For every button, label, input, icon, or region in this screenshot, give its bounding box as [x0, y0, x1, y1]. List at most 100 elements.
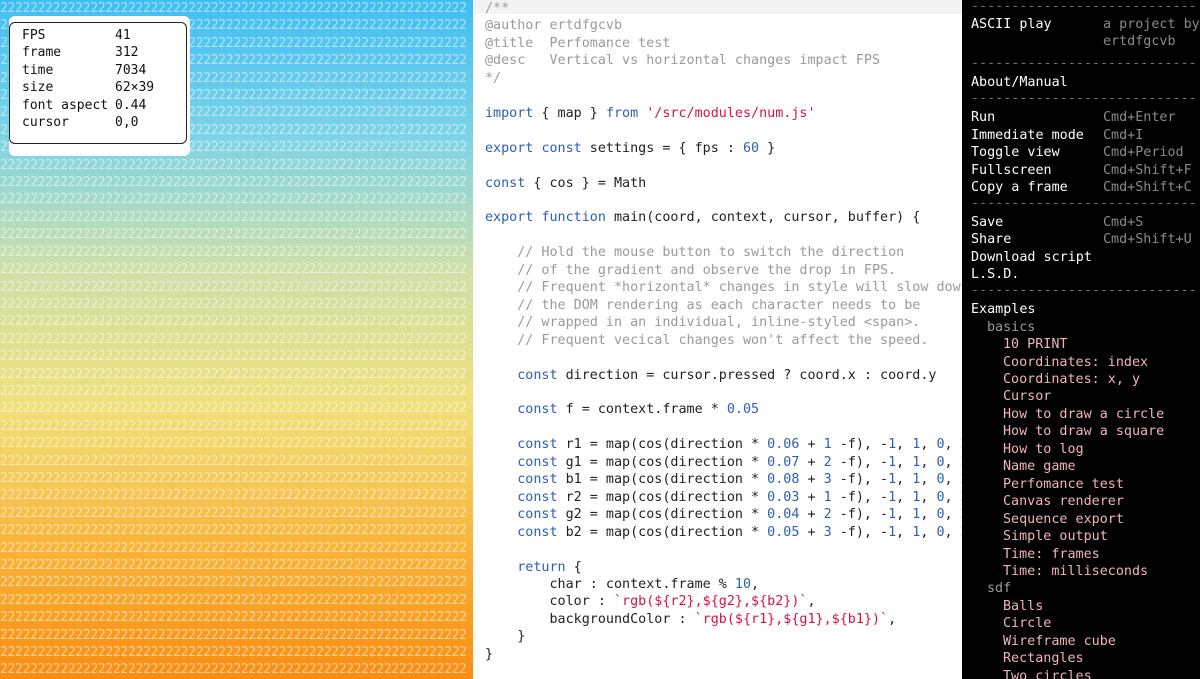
code-line: const g2 = map(cos(direction * 0.04 + 2 …: [485, 507, 962, 522]
stats-panel: FPS 41 frame 312 time 7034 size 62×39 font aspec…: [9, 16, 190, 156]
example-link[interactable]: Two circles: [1003, 668, 1092, 679]
code-token: +: [799, 454, 824, 470]
code-text[interactable]: /** @author ertdfgcvb @title Perfomance …: [485, 0, 962, 663]
menu-command[interactable]: Fullscreen: [971, 162, 1052, 179]
code-token: 1: [888, 489, 897, 505]
examples-heading: Examples: [971, 302, 1036, 318]
code-token: `rgb(${r1},${g1},${b1})`: [694, 611, 889, 627]
example-link[interactable]: Name game: [1003, 458, 1076, 475]
code-token: 0.05: [726, 402, 760, 418]
code-token: ,: [896, 507, 913, 523]
code-token: ,: [896, 489, 913, 505]
menu-command[interactable]: Immediate mode: [971, 127, 1084, 144]
code-token: 0: [936, 489, 945, 505]
code-token: -f), -: [831, 524, 889, 540]
code-token: const: [517, 472, 558, 488]
code-line: const b2 = map(cos(direction * 0.05 + 3 …: [485, 525, 962, 540]
code-token: g1 = map(cos(direction *: [557, 454, 768, 470]
code-token: ,: [896, 472, 913, 488]
code-token: 0.04: [767, 507, 800, 523]
code-token: r1 = map(cos(direction *: [557, 437, 768, 453]
stats-key: cursor: [22, 115, 69, 131]
example-link[interactable]: Circle: [1003, 615, 1051, 632]
code-token: const: [485, 175, 526, 191]
example-link[interactable]: Cursor: [1003, 388, 1051, 405]
menu-divider: ----------------------------------------: [971, 282, 1196, 298]
code-token: 0: [936, 472, 945, 488]
code-token: ,: [944, 507, 961, 523]
example-link[interactable]: Balls: [1003, 598, 1043, 615]
code-token: }: [759, 140, 776, 156]
example-link[interactable]: Time: frames: [1003, 546, 1100, 563]
code-token: 60: [743, 140, 760, 156]
code-token: +: [799, 437, 824, 453]
code-token: // wrapped in an individual, inline-styl…: [517, 315, 921, 331]
code-token: 0.08: [767, 472, 800, 488]
code-token: // Frequent *horizontal* changes in styl…: [517, 280, 962, 296]
menu-command[interactable]: Download script: [971, 249, 1092, 266]
code-token: 1: [888, 437, 897, 453]
example-link[interactable]: How to draw a circle: [1003, 406, 1164, 423]
code-token: b1 = map(cos(direction *: [557, 472, 768, 488]
menu-divider: ----------------------------------------: [971, 90, 1196, 106]
code-line: // of the gradient and observe the drop …: [485, 263, 896, 278]
stats-box: FPS 41 frame 312 time 7034 size 62×39 font aspec…: [9, 22, 187, 144]
example-link[interactable]: Rectangles: [1003, 650, 1084, 667]
menu-command[interactable]: Run: [971, 109, 995, 126]
code-token: // of the gradient and observe the drop …: [517, 262, 897, 278]
stats-row: cursor 0,0: [22, 114, 154, 131]
menu-command[interactable]: Toggle view: [971, 144, 1060, 161]
stats-value: 41: [115, 28, 131, 43]
example-link[interactable]: Coordinates: x, y: [1003, 371, 1140, 388]
example-link[interactable]: Time: milliseconds: [1003, 563, 1148, 580]
code-token: 2: [823, 507, 832, 523]
shortcut-label: Cmd+Period: [1103, 145, 1184, 161]
example-link[interactable]: Canvas renderer: [1003, 493, 1124, 510]
code-line: export const settings = { fps : 60 }: [485, 141, 775, 156]
code-editor[interactable]: /** @author ertdfgcvb @title Perfomance …: [473, 0, 962, 679]
code-token: 1: [888, 472, 897, 488]
example-link[interactable]: 10 PRINT: [1003, 336, 1068, 353]
stats-key: time: [22, 62, 54, 78]
code-token: f = context.frame *: [557, 402, 727, 418]
example-link[interactable]: Simple output: [1003, 528, 1108, 545]
shortcut-label: Cmd+Shift+U: [1103, 232, 1192, 248]
code-token: +: [799, 489, 824, 505]
example-link[interactable]: Coordinates: index: [1003, 354, 1148, 371]
code-line: @author ertdfgcvb: [485, 18, 622, 33]
code-token: }: [485, 646, 494, 662]
code-line: const r2 = map(cos(direction * 0.03 + 1 …: [485, 490, 962, 505]
stats-row: font aspect 0.44: [22, 97, 154, 114]
example-link[interactable]: Wireframe cube: [1003, 633, 1116, 650]
code-token: export: [485, 140, 534, 156]
menu-command[interactable]: Save: [971, 214, 1003, 231]
code-line: @desc Vertical vs horizontal changes imp…: [485, 53, 880, 68]
code-token: const: [517, 454, 558, 470]
code-token: @author ertdfgcvb: [485, 18, 623, 34]
code-token: 10: [734, 576, 752, 592]
code-token: @title Perfomance test: [485, 35, 671, 51]
code-line: color : `rgb(${r2},${g2},${b2})`,: [485, 594, 815, 610]
example-link[interactable]: Perfomance test: [1003, 476, 1124, 493]
code-line: // Hold the mouse button to switch the d…: [485, 245, 904, 260]
example-link[interactable]: How to draw a square: [1003, 423, 1164, 440]
code-token: ,: [920, 472, 937, 488]
code-token: +: [799, 524, 824, 540]
shortcut-label: a project by: [1103, 17, 1200, 32]
stats-value: 0.44: [115, 97, 147, 113]
code-token: import: [485, 105, 534, 121]
code-token: const: [517, 524, 558, 540]
code-token: '/src/modules/num.js': [646, 105, 816, 121]
menu-command[interactable]: Share: [971, 231, 1011, 248]
stats-row: FPS 41: [22, 27, 154, 44]
code-token: color :: [485, 594, 614, 610]
code-token: // Hold the mouse button to switch the d…: [517, 245, 905, 261]
example-link[interactable]: Sequence export: [1003, 511, 1124, 528]
stats-row: time 7034: [22, 62, 154, 79]
example-link[interactable]: How to log: [1003, 441, 1084, 458]
shortcut-label: ertdfgcvb: [1103, 34, 1176, 50]
code-line: // the DOM rendering as each character n…: [485, 298, 920, 313]
code-token: /**: [485, 1, 510, 16]
code-token: char : context.frame %: [485, 576, 735, 592]
